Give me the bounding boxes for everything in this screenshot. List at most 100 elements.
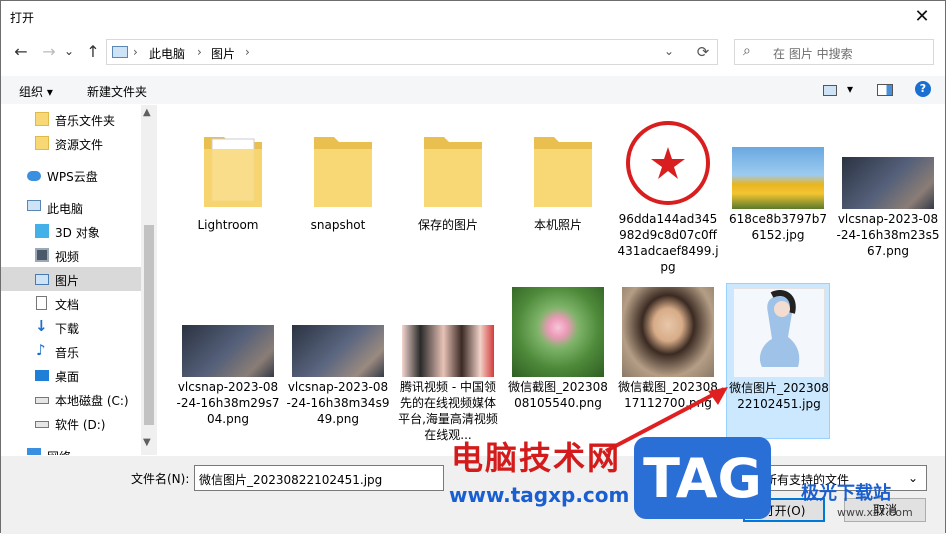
file-item-wechat-lotus[interactable]: 微信截图_20230808105540.png	[506, 283, 610, 439]
file-name: 96dda144ad345982d9c8d07c0ff431adcaef8499…	[617, 212, 719, 274]
sidebar-item-resources[interactable]: 资源文件	[21, 131, 157, 155]
file-name: 微信图片_20230822102451.jpg	[729, 381, 829, 411]
filename-input[interactable]: 微信图片_20230822102451.jpg	[194, 465, 444, 491]
file-item-lightroom[interactable]: Lightroom	[176, 111, 280, 267]
address-bar[interactable]: › 此电脑 › 图片 › ⌄	[106, 39, 718, 65]
recent-locations-button[interactable]: ⌄	[59, 44, 79, 58]
pictures-icon	[35, 274, 49, 285]
file-name: vlcsnap-2023-08-24-16h38m23s567.png	[836, 212, 940, 258]
search-placeholder: 在 图片 中搜索	[773, 47, 853, 61]
file-item-vlcsnap-567[interactable]: vlcsnap-2023-08-24-16h38m23s567.png	[836, 111, 940, 267]
view-options-icon[interactable]	[823, 85, 837, 96]
file-item-tencent-video[interactable]: 腾讯视频 - 中国领先的在线视频媒体平台,海量高清视频在线观...	[396, 283, 500, 442]
sidebar-scrollbar[interactable]: ▲ ▼	[141, 105, 157, 455]
sidebar-item-label: 视频	[55, 250, 80, 264]
folder-icon	[422, 131, 484, 211]
lotus-thumbnail	[512, 287, 604, 377]
scroll-down-icon[interactable]: ▼	[143, 437, 151, 448]
video-frame-thumbnail	[842, 157, 934, 209]
file-name: snapshot	[310, 218, 366, 232]
sidebar-item-label: 桌面	[55, 370, 80, 384]
sidebar-item-label: 网络	[47, 448, 71, 455]
up-button[interactable]: ↑	[83, 42, 103, 61]
download-icon: ↓	[35, 317, 48, 335]
filename-label: 文件名(N):	[131, 472, 190, 486]
sidebar-item-downloads[interactable]: ↓ 下载	[1, 315, 141, 339]
file-item-tulips[interactable]: 618ce8b3797b76152.jpg	[726, 111, 830, 267]
help-icon[interactable]: ?	[915, 81, 931, 97]
file-name: 本机照片	[533, 218, 582, 232]
scrollbar-thumb[interactable]	[144, 225, 154, 425]
sidebar-item-label: WPS云盘	[47, 170, 98, 184]
sidebar-item-music[interactable]: ♪ 音乐	[1, 339, 141, 363]
sidebar-item-drive-c[interactable]: 本地磁盘 (C:)	[1, 387, 141, 411]
search-icon: ⌕	[743, 43, 751, 59]
cloud-icon	[27, 171, 41, 181]
file-name: vlcsnap-2023-08-24-16h38m29s704.png	[176, 380, 280, 426]
sidebar-item-label: 此电脑	[47, 202, 84, 216]
search-box[interactable]: ⌕ 在 图片 中搜索	[734, 39, 934, 65]
organize-button[interactable]: 组织 ▾	[19, 83, 53, 100]
file-item-snapshot[interactable]: snapshot	[286, 111, 390, 267]
sidebar-item-label: 下载	[55, 322, 80, 336]
watermark-site-name: 电脑技术网	[451, 439, 622, 477]
forward-button[interactable]: →	[39, 42, 59, 61]
breadcrumb-pictures[interactable]: 图片	[211, 45, 235, 62]
refresh-button[interactable]: ⟳	[689, 39, 718, 65]
drive-icon	[35, 421, 49, 428]
back-button[interactable]: ←	[11, 42, 31, 61]
sidebar-item-label: 图片	[55, 274, 80, 288]
preview-pane-icon[interactable]	[877, 84, 893, 96]
file-name: Lightroom	[197, 218, 259, 232]
close-button[interactable]: ✕	[899, 1, 945, 32]
watermark-brand-url: www.xz7.com	[837, 506, 913, 519]
navigation-pane: 音乐文件夹 资源文件 WPS云盘 此电脑 3D 对象 视频 图片 文档 ↓ 下载…	[1, 105, 157, 455]
sidebar-item-this-pc[interactable]: 此电脑	[1, 195, 141, 219]
sidebar-item-label: 软件 (D:)	[55, 418, 106, 432]
video-frame-thumbnail	[182, 325, 274, 377]
desktop-icon	[35, 370, 49, 381]
file-name: 微信截图_20230808105540.png	[508, 380, 608, 410]
sidebar-item-label: 音乐文件夹	[55, 114, 116, 128]
sidebar-item-drive-d[interactable]: 软件 (D:)	[1, 411, 141, 435]
drive-icon	[35, 397, 49, 404]
new-folder-button[interactable]: 新建文件夹	[87, 83, 147, 100]
scroll-up-icon[interactable]: ▲	[143, 107, 151, 118]
sidebar-item-label: 3D 对象	[55, 226, 100, 240]
sidebar-item-network[interactable]: 网络	[1, 443, 141, 455]
file-item-camera-roll[interactable]: 本机照片	[506, 111, 610, 267]
sidebar-item-videos[interactable]: 视频	[1, 243, 141, 267]
video-icon	[35, 248, 49, 262]
title-bar: 打开 ✕	[1, 1, 945, 32]
window-title: 打开	[10, 11, 35, 25]
file-name: 保存的图片	[417, 218, 478, 232]
chevron-down-icon[interactable]: ⌄	[664, 44, 674, 58]
watermark-brand: 极光下载站	[801, 483, 891, 504]
tulips-thumbnail	[732, 147, 824, 209]
file-item-vlcsnap-949[interactable]: vlcsnap-2023-08-24-16h38m34s949.png	[286, 283, 390, 439]
folder-icon	[532, 131, 594, 211]
music-icon: ♪	[36, 341, 46, 359]
sidebar-item-label: 文档	[55, 298, 80, 312]
folder-icon	[312, 131, 374, 211]
sidebar-item-desktop[interactable]: 桌面	[1, 363, 141, 387]
file-item-vlcsnap-704[interactable]: vlcsnap-2023-08-24-16h38m29s704.png	[176, 283, 280, 439]
breadcrumb-this-pc[interactable]: 此电脑	[149, 45, 185, 62]
folder-icon	[35, 112, 49, 126]
chevron-down-icon[interactable]: ▾	[847, 82, 853, 96]
sidebar-item-documents[interactable]: 文档	[1, 291, 141, 315]
sidebar-item-wps-cloud[interactable]: WPS云盘	[1, 163, 141, 187]
sidebar-item-music-folder[interactable]: 音乐文件夹	[21, 107, 157, 131]
chevron-down-icon: ⌄	[907, 471, 918, 485]
file-item-saved-pictures[interactable]: 保存的图片	[396, 111, 500, 267]
chevron-right-icon: ›	[245, 45, 250, 59]
sidebar-item-pictures[interactable]: 图片	[1, 267, 141, 291]
drawing-thumbnail	[733, 288, 825, 378]
file-item-seal-image[interactable]: 96dda144ad345982d9c8d07c0ff431adcaef8499…	[616, 111, 720, 274]
sidebar-item-label: 音乐	[55, 346, 80, 360]
file-item-wechat-drawing-selected[interactable]: 微信图片_20230822102451.jpg	[726, 283, 830, 439]
sidebar-item-label: 资源文件	[55, 138, 104, 152]
open-file-dialog: 打开 ✕ ← → ⌄ ↑ › 此电脑 › 图片 › ⌄ ⟳ ⌕ 在 图片 中搜索…	[0, 0, 946, 534]
sidebar-item-3d-objects[interactable]: 3D 对象	[1, 219, 141, 243]
chevron-right-icon: ›	[197, 45, 202, 59]
